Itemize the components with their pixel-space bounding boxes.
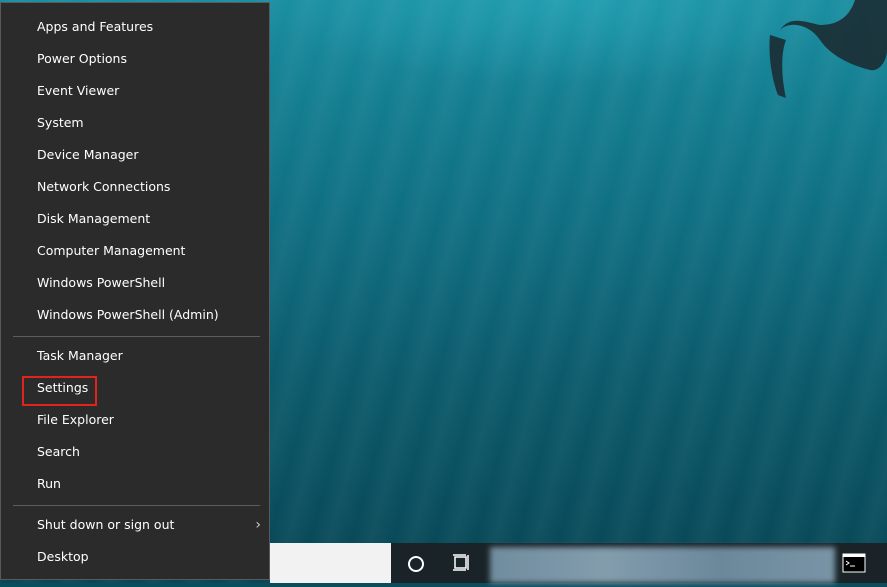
task-view-icon — [453, 554, 469, 571]
menu-separator — [13, 336, 260, 337]
chevron-right-icon: › — [255, 517, 261, 533]
menu-item-computer-management[interactable]: Computer Management — [2, 235, 269, 267]
taskbar — [270, 543, 887, 583]
menu-item-network-connections[interactable]: Network Connections — [2, 171, 269, 203]
winx-power-user-menu: Apps and Features Power Options Event Vi… — [0, 2, 270, 580]
task-view-button[interactable] — [439, 543, 487, 583]
menu-item-windows-powershell[interactable]: Windows PowerShell — [2, 267, 269, 299]
menu-item-power-options[interactable]: Power Options — [2, 43, 269, 75]
menu-item-windows-powershell-admin[interactable]: Windows PowerShell (Admin) — [2, 299, 269, 331]
menu-item-event-viewer[interactable]: Event Viewer — [2, 75, 269, 107]
command-prompt-icon — [842, 553, 866, 573]
blurred-taskbar-apps — [490, 547, 835, 583]
menu-item-shut-down-or-sign-out[interactable]: Shut down or sign out › — [2, 509, 269, 541]
menu-item-disk-management[interactable]: Disk Management — [2, 203, 269, 235]
menu-item-apps-and-features[interactable]: Apps and Features — [2, 11, 269, 43]
menu-item-run[interactable]: Run — [2, 468, 269, 500]
command-prompt-button[interactable] — [842, 551, 866, 575]
menu-item-task-manager[interactable]: Task Manager — [2, 340, 269, 372]
cortana-icon — [408, 556, 424, 572]
settings-highlight-box — [22, 376, 97, 406]
menu-item-file-explorer[interactable]: File Explorer — [2, 404, 269, 436]
menu-item-search[interactable]: Search — [2, 436, 269, 468]
menu-separator — [13, 505, 260, 506]
swimmer-image — [769, 0, 887, 98]
menu-item-desktop[interactable]: Desktop — [2, 541, 269, 573]
taskbar-search-box[interactable] — [270, 543, 391, 583]
cortana-button[interactable] — [391, 543, 439, 583]
menu-item-device-manager[interactable]: Device Manager — [2, 139, 269, 171]
menu-item-system[interactable]: System — [2, 107, 269, 139]
